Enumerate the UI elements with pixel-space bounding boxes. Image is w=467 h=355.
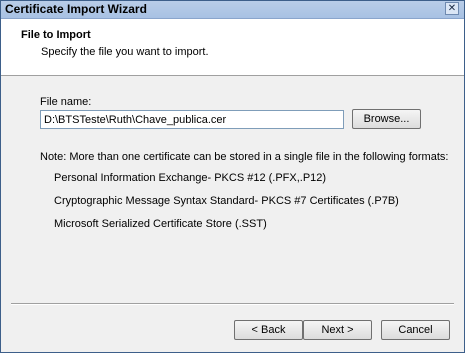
format-pfx: Personal Information Exchange- PKCS #12 …: [54, 172, 327, 184]
footer-divider: [11, 303, 454, 305]
window-title: Certificate Import Wizard: [5, 2, 147, 16]
wizard-window: Certificate Import Wizard ✕ File to Impo…: [0, 0, 465, 353]
close-icon: ✕: [447, 3, 457, 14]
back-button[interactable]: < Back: [234, 320, 303, 340]
format-p7b: Cryptographic Message Syntax Standard- P…: [54, 195, 399, 207]
file-name-label: File name:: [40, 96, 92, 108]
title-bar[interactable]: Certificate Import Wizard ✕: [1, 1, 464, 19]
note-text: Note: More than one certificate can be s…: [40, 151, 449, 163]
file-name-input[interactable]: [40, 110, 344, 129]
browse-button[interactable]: Browse...: [352, 109, 421, 129]
page-title: File to Import: [21, 29, 91, 41]
close-button[interactable]: ✕: [445, 2, 459, 15]
format-sst: Microsoft Serialized Certificate Store (…: [54, 218, 267, 230]
next-button[interactable]: Next >: [303, 320, 372, 340]
page-subtitle: Specify the file you want to import.: [41, 46, 209, 58]
cancel-button[interactable]: Cancel: [381, 320, 450, 340]
wizard-header: File to Import Specify the file you want…: [1, 19, 464, 76]
